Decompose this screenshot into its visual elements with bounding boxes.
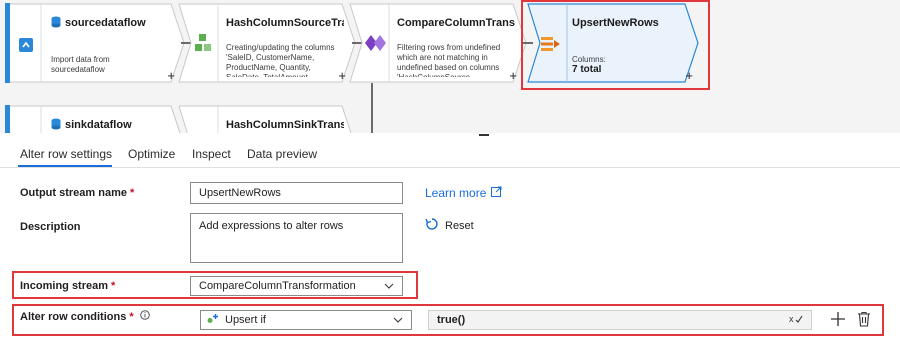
info-icon[interactable]: [139, 310, 150, 323]
dataflow-canvas[interactable]: sourcedataflow Import data from sourceda…: [0, 0, 900, 133]
delete-condition-icon[interactable]: [857, 311, 871, 332]
output-stream-label: Output stream name *: [20, 187, 135, 199]
dataset-icon: [51, 15, 61, 33]
external-link-icon: [491, 186, 502, 200]
description-textarea[interactable]: Add expressions to alter rows: [190, 213, 403, 263]
columns-label: Columns:: [572, 55, 606, 64]
description-label: Description: [20, 221, 81, 233]
node-comparecolumn[interactable]: CompareColumnTransf... Filtering rows fr…: [349, 3, 527, 83]
settings-tabs: Alter row settings Optimize Inspect Data…: [0, 136, 900, 168]
tab-alter-row-settings[interactable]: Alter row settings: [20, 147, 112, 161]
node-title: sinkdataflow: [65, 119, 132, 131]
node-description: Creating/updating the columns 'SaleID, C…: [226, 43, 335, 77]
node-sourcedataflow[interactable]: sourcedataflow Import data from sourceda…: [5, 3, 185, 83]
add-transform-button[interactable]: +: [509, 69, 517, 82]
tab-inspect[interactable]: Inspect: [192, 147, 231, 161]
node-title: HashColumnSinkTransf...: [226, 119, 344, 131]
alter-row-conditions-label: Alter row conditions *: [20, 310, 150, 323]
output-stream-input[interactable]: UpsertNewRows: [190, 182, 403, 204]
alter-row-icon: [541, 36, 561, 57]
derived-column-icon: [194, 33, 212, 58]
exists-icon: [365, 35, 387, 56]
chevron-down-icon: [393, 314, 403, 326]
add-transform-button[interactable]: +: [685, 69, 693, 82]
source-icon: [18, 37, 34, 58]
expression-builder-icon[interactable]: x: [789, 313, 803, 328]
node-title: UpsertNewRows: [572, 17, 659, 29]
incoming-stream-label: Incoming stream *: [20, 280, 116, 292]
upsert-icon: [207, 313, 219, 327]
condition-expression-input[interactable]: true() x: [428, 310, 812, 330]
tab-optimize[interactable]: Optimize: [128, 147, 175, 161]
node-title: HashColumnSourceTran...: [226, 17, 344, 29]
node-description: Import data from sourcedataflow: [51, 55, 110, 74]
condition-type-select[interactable]: Upsert if: [200, 310, 412, 330]
node-title: CompareColumnTransf...: [397, 17, 515, 29]
required-mark: *: [129, 187, 135, 199]
dataset-icon: [51, 117, 61, 133]
add-condition-icon[interactable]: [830, 311, 846, 332]
node-upsertnewrows[interactable]: UpsertNewRows Columns: 7 total +: [527, 3, 699, 83]
node-title: sourcedataflow: [65, 17, 146, 29]
learn-more-link[interactable]: Learn more: [425, 186, 502, 200]
add-transform-button[interactable]: +: [338, 69, 346, 82]
tab-data-preview[interactable]: Data preview: [247, 147, 317, 161]
reset-button[interactable]: Reset: [425, 217, 474, 234]
active-tab-indicator: [18, 165, 112, 167]
add-transform-button[interactable]: +: [167, 69, 175, 82]
columns-count: 7 total: [572, 65, 602, 75]
incoming-stream-select[interactable]: CompareColumnTransformation: [190, 276, 403, 296]
join-connector: [371, 83, 373, 133]
node-hashcolumnsource[interactable]: HashColumnSourceTran... Creating/updatin…: [178, 3, 356, 83]
node-hashcolumnsink[interactable]: HashColumnSinkTransf...: [178, 105, 356, 133]
reset-icon: [425, 217, 439, 234]
chevron-down-icon: [384, 280, 394, 292]
svg-text:x: x: [789, 314, 794, 324]
node-sinkdataflow[interactable]: sinkdataflow: [5, 105, 185, 133]
node-description: Filtering rows from undefined which are …: [397, 43, 501, 77]
